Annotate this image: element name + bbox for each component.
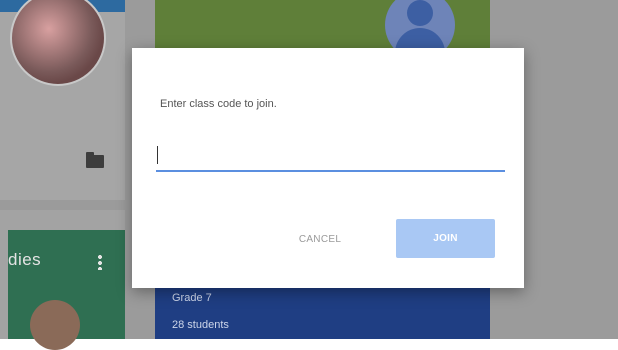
join-class-dialog: Enter class code to join. CANCEL JOIN (132, 48, 524, 288)
text-caret (157, 146, 158, 164)
class-card-thumbnail (30, 300, 80, 350)
class-card-student-count: 28 students (172, 319, 229, 331)
class-card-section: Grade 7 (172, 292, 212, 304)
profile-icon-head (407, 0, 433, 26)
join-button[interactable]: JOIN (396, 219, 495, 258)
more-vert-icon (98, 254, 102, 270)
dialog-prompt: Enter class code to join. (160, 98, 277, 110)
folder-icon (86, 152, 104, 168)
class-code-input[interactable] (156, 140, 505, 172)
cancel-button[interactable]: CANCEL (280, 221, 360, 257)
class-card-title: dies (8, 250, 42, 269)
